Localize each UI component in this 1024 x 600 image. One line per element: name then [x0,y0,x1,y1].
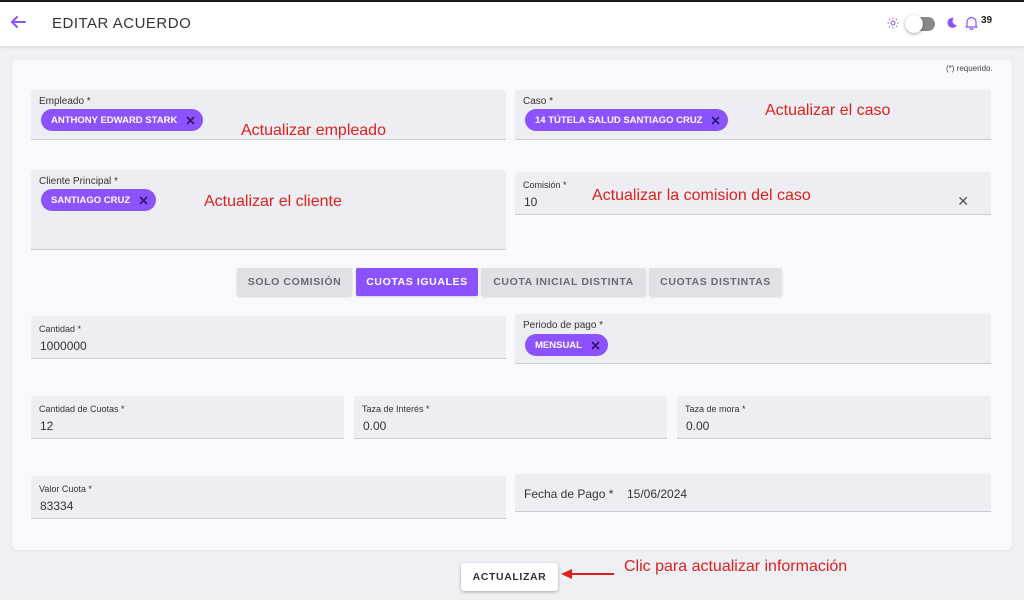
caso-chip-label: 14 TÚTELA SALUD SANTIAGO CRUZ [535,114,703,126]
moon-icon [947,17,957,28]
periodo-label: Periodo de pago * [523,320,604,331]
tasa-interes-label: Taza de Interés * [362,404,430,414]
clear-icon[interactable]: ✕ [957,194,969,208]
arrow-left-icon[interactable] [9,13,27,31]
periodo-chip-label: MENSUAL [535,339,582,351]
cantidad-value: 1000000 [40,339,87,353]
tasa-interes-field[interactable]: Taza de Interés * 0.00 [354,396,667,439]
tasa-mora-field[interactable]: Taza de mora * 0.00 [677,396,991,439]
page-title: EDITAR ACUERDO [52,15,192,32]
theme-toggle[interactable] [905,15,935,33]
top-bar: EDITAR ACUERDO 39 [0,0,1024,46]
annotation-empleado: Actualizar empleado [241,122,386,139]
annotation-caso: Actualizar el caso [765,102,891,119]
sun-icon [887,17,899,29]
annotation-cliente: Actualizar el cliente [204,193,342,210]
cantidad-cuotas-field[interactable]: Cantidad de Cuotas * 12 [31,396,344,439]
cantidad-cuotas-value: 12 [40,419,54,433]
close-icon[interactable] [186,115,195,125]
caso-field[interactable]: Caso * 14 TÚTELA SALUD SANTIAGO CRUZ [515,90,991,140]
close-icon[interactable] [591,340,600,350]
tab-cuota-inicial-distinta[interactable]: CUOTA INICIAL DISTINTA [481,268,646,296]
actualizar-button[interactable]: ACTUALIZAR [461,563,558,591]
tab-solo-comision[interactable]: SOLO COMISIÓN [237,268,352,296]
cantidad-cuotas-label: Cantidad de Cuotas * [39,404,125,414]
arrow-pointer-icon [561,569,614,579]
empleado-label: Empleado * [39,96,91,107]
required-note: (*) requerido. [946,64,993,73]
annotation-comision: Actualizar la comision del caso [592,187,811,204]
notification-count: 39 [981,15,993,26]
comision-label: Comisión * [523,180,567,190]
cliente-chip: SANTIAGO CRUZ [41,189,157,211]
comision-value: 10 [524,195,538,209]
empleado-chip: ANTHONY EDWARD STARK [41,109,204,131]
valor-cuota-label: Valor Cuota * [39,484,92,494]
close-icon[interactable] [139,195,148,205]
empleado-chip-label: ANTHONY EDWARD STARK [51,114,178,126]
fecha-pago-label: Fecha de Pago * [524,487,614,501]
annotation-submit: Clic para actualizar información [624,558,848,575]
caso-label: Caso * [523,96,554,107]
tab-cuotas-distintas[interactable]: CUOTAS DISTINTAS [649,268,782,296]
caso-chip: 14 TÚTELA SALUD SANTIAGO CRUZ [525,109,729,131]
tasa-mora-value: 0.00 [686,419,710,433]
periodo-chip: MENSUAL [525,334,608,356]
bell-icon[interactable] [965,16,978,30]
tasa-mora-label: Taza de mora * [685,404,746,414]
tasa-interes-value: 0.00 [363,419,387,433]
cantidad-field[interactable]: Cantidad * 1000000 [31,316,506,359]
cliente-label: Cliente Principal * [39,176,118,187]
cantidad-label: Cantidad * [39,324,82,334]
valor-cuota-value: 83334 [40,499,74,513]
fecha-pago-field[interactable]: Fecha de Pago * 15/06/2024 [515,474,991,512]
tab-cuotas-iguales[interactable]: CUOTAS IGUALES [356,268,478,296]
fecha-pago-value: 15/06/2024 [627,487,688,501]
valor-cuota-field[interactable]: Valor Cuota * 83334 [31,476,506,519]
close-icon[interactable] [711,115,721,125]
theme-toggle-knob [905,15,923,33]
cliente-chip-label: SANTIAGO CRUZ [51,194,131,206]
periodo-field[interactable]: Periodo de pago * MENSUAL [515,314,991,364]
